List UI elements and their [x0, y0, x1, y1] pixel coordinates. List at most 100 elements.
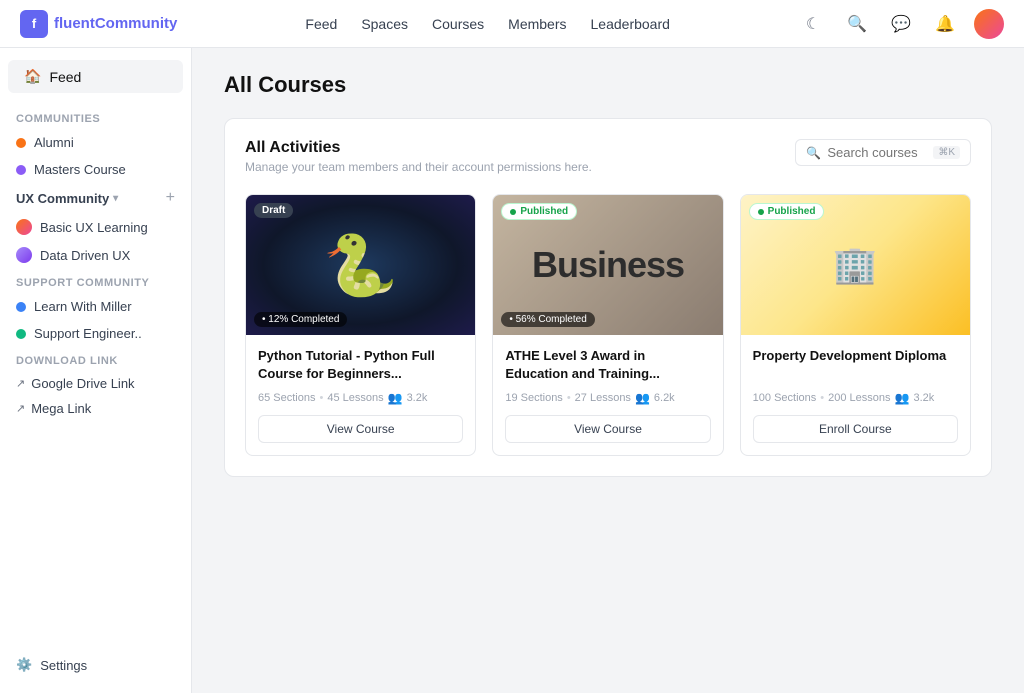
progress-badge: • 12% Completed — [254, 312, 347, 327]
search-box[interactable]: 🔍 ⌘K — [795, 139, 971, 166]
lessons-label: 45 Lessons — [327, 392, 383, 404]
gdrive-arrow-icon: ↗ — [16, 377, 25, 390]
panel-subtitle: Manage your team members and their accou… — [245, 160, 592, 174]
published-dot — [510, 209, 516, 215]
gear-icon: ⚙️ — [16, 657, 32, 673]
course-grid: 🐍 Draft • 12% Completed Python Tutorial … — [245, 194, 971, 456]
members-count: 6.2k — [654, 392, 675, 404]
course-action-button[interactable]: View Course — [505, 415, 710, 443]
meta-sep: • — [319, 392, 323, 404]
meta-sep: • — [820, 392, 824, 404]
published-badge: Published — [749, 203, 825, 220]
ux-chevron-icon: ▾ — [113, 193, 118, 204]
home-icon: 🏠 — [24, 68, 41, 85]
sidebar-link-gdrive[interactable]: ↗ Google Drive Link — [0, 371, 191, 396]
data-ux-label: Data Driven UX — [40, 248, 130, 263]
nav-feed[interactable]: Feed — [305, 16, 337, 32]
nav-actions: ☾ 🔍 💬 🔔 — [798, 9, 1004, 39]
settings-label: Settings — [40, 658, 87, 673]
basic-ux-label: Basic UX Learning — [40, 220, 148, 235]
nav-leaderboard[interactable]: Leaderboard — [591, 16, 670, 32]
card-body: ATHE Level 3 Award in Education and Trai… — [493, 335, 722, 455]
settings-button[interactable]: ⚙️ Settings — [0, 649, 192, 681]
masters-dot — [16, 165, 26, 175]
course-action-button[interactable]: View Course — [258, 415, 463, 443]
lessons-label: 27 Lessons — [575, 392, 631, 404]
members-icon: 👥 — [635, 391, 650, 405]
search-icon[interactable]: 🔍 — [842, 9, 872, 39]
gdrive-label: Google Drive Link — [31, 376, 134, 391]
card-image-wrap: Business Published • 56% Completed — [493, 195, 722, 335]
avatar[interactable] — [974, 9, 1004, 39]
notification-icon[interactable]: 🔔 — [930, 9, 960, 39]
nav-spaces[interactable]: Spaces — [361, 16, 408, 32]
course-card: Business Published • 56% Completed ATHE … — [492, 194, 723, 456]
engineer-label: Support Engineer.. — [34, 326, 142, 341]
data-ux-avatar — [16, 247, 32, 263]
card-image-wrap: 🐍 Draft • 12% Completed — [246, 195, 475, 335]
published-dot — [758, 209, 764, 215]
dark-mode-icon[interactable]: ☾ — [798, 9, 828, 39]
main-content: All Courses All Activities Manage your t… — [192, 48, 1024, 693]
sidebar: 🏠 Feed Communities Alumni Masters Course… — [0, 48, 192, 693]
nav-links: Feed Spaces Courses Members Leaderboard — [305, 16, 670, 32]
sidebar-item-data-driven-ux[interactable]: Data Driven UX — [0, 241, 191, 269]
sections-label: 65 Sections — [258, 392, 315, 404]
sections-label: 19 Sections — [505, 392, 562, 404]
draft-badge: Draft — [254, 203, 293, 218]
courses-search-input[interactable] — [827, 145, 927, 160]
courses-search-icon: 🔍 — [806, 146, 821, 160]
sidebar-item-alumni[interactable]: Alumni — [0, 129, 191, 156]
logo-icon: f — [20, 10, 48, 38]
card-image-wrap: 🏢 Published — [741, 195, 970, 335]
sidebar-item-masters-course[interactable]: Masters Course — [0, 156, 191, 183]
sidebar-item-basic-ux[interactable]: Basic UX Learning — [0, 213, 191, 241]
masters-label: Masters Course — [34, 162, 126, 177]
panel-header-text: All Activities Manage your team members … — [245, 139, 592, 174]
course-card: 🐍 Draft • 12% Completed Python Tutorial … — [245, 194, 476, 456]
logo[interactable]: f fluentCommunity — [20, 10, 177, 38]
members-count: 3.2k — [913, 392, 934, 404]
sidebar-feed[interactable]: 🏠 Feed — [8, 60, 183, 93]
sidebar-feed-label: Feed — [49, 69, 81, 85]
alumni-label: Alumni — [34, 135, 74, 150]
ux-community-label: UX Community ▾ — [16, 191, 118, 206]
members-count: 3.2k — [407, 392, 428, 404]
card-body: Python Tutorial - Python Full Course for… — [246, 335, 475, 455]
card-title: ATHE Level 3 Award in Education and Trai… — [505, 347, 710, 385]
card-body: Property Development Diploma 100 Section… — [741, 335, 970, 455]
members-icon: 👥 — [388, 391, 403, 405]
card-title: Python Tutorial - Python Full Course for… — [258, 347, 463, 385]
sections-label: 100 Sections — [753, 392, 817, 404]
engineer-dot — [16, 329, 26, 339]
search-shortcut: ⌘K — [933, 146, 960, 159]
card-meta: 65 Sections • 45 Lessons 👥 3.2k — [258, 391, 463, 405]
alumni-dot — [16, 138, 26, 148]
courses-panel: All Activities Manage your team members … — [224, 118, 992, 477]
chat-icon[interactable]: 💬 — [886, 9, 916, 39]
nav-courses[interactable]: Courses — [432, 16, 484, 32]
meta-sep: • — [567, 392, 571, 404]
nav-members[interactable]: Members — [508, 16, 566, 32]
sidebar-item-support-engineer[interactable]: Support Engineer.. — [0, 320, 191, 347]
add-ux-community-button[interactable]: + — [166, 189, 175, 207]
basic-ux-avatar — [16, 219, 32, 235]
lessons-label: 200 Lessons — [828, 392, 890, 404]
card-title: Property Development Diploma — [753, 347, 958, 385]
ux-community-header[interactable]: UX Community ▾ + — [0, 183, 191, 213]
miller-label: Learn With Miller — [34, 299, 132, 314]
miller-dot — [16, 302, 26, 312]
sidebar-link-mega[interactable]: ↗ Mega Link — [0, 396, 191, 421]
mega-label: Mega Link — [31, 401, 91, 416]
course-card: 🏢 Published Property Development Diploma… — [740, 194, 971, 456]
card-meta: 100 Sections • 200 Lessons 👥 3.2k — [753, 391, 958, 405]
sidebar-item-learn-miller[interactable]: Learn With Miller — [0, 293, 191, 320]
card-meta: 19 Sections • 27 Lessons 👥 6.2k — [505, 391, 710, 405]
course-action-button[interactable]: Enroll Course — [753, 415, 958, 443]
communities-section-title: Communities — [0, 105, 191, 129]
mega-arrow-icon: ↗ — [16, 402, 25, 415]
progress-badge: • 56% Completed — [501, 312, 594, 327]
published-badge: Published — [501, 203, 577, 220]
layout: 🏠 Feed Communities Alumni Masters Course… — [0, 48, 1024, 693]
panel-header: All Activities Manage your team members … — [245, 139, 971, 174]
